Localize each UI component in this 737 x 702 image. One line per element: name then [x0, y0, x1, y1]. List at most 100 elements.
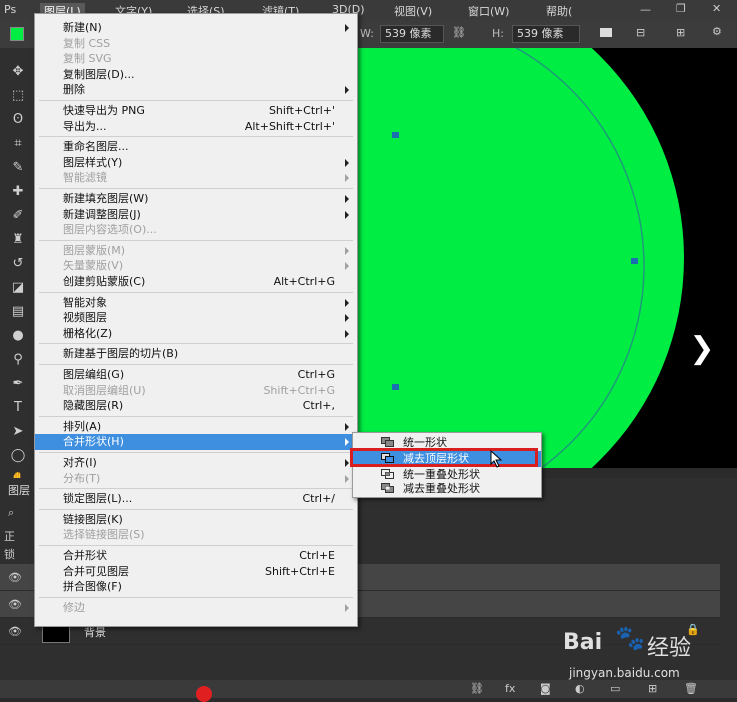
- tools-panel: ✥ ⬚ ʘ ⌗ ✎ ✚ ✐ ♜ ↺ ◪ ▤ ● ⚲ ✒ T ➤ ◯ ✋: [0, 48, 34, 488]
- submenu-arrow-icon: [345, 86, 349, 95]
- menu-item[interactable]: 合并可见图层: [63, 564, 129, 579]
- menu-item[interactable]: 拼合图像(F): [63, 579, 122, 594]
- next-arrow-icon[interactable]: ❯: [688, 330, 716, 368]
- height-field[interactable]: 539 像素: [512, 25, 580, 43]
- move-tool-icon[interactable]: ✥: [10, 64, 26, 80]
- menu-item: 图层蒙版(M): [63, 243, 126, 257]
- submenu-arrow-icon: [345, 210, 349, 219]
- menu-shortcut: Shift+Ctrl+G: [263, 383, 335, 397]
- width-field[interactable]: 539 像素: [380, 25, 444, 43]
- stamp-tool-icon[interactable]: ♜: [10, 232, 26, 248]
- record-indicator-icon: [196, 686, 212, 702]
- menu-shortcut: Ctrl+E: [299, 549, 335, 562]
- menu-shortcut: Ctrl+/: [302, 492, 336, 506]
- submenu-arrow-icon: [345, 438, 349, 447]
- dodge-tool-icon[interactable]: ⚲: [10, 352, 26, 368]
- visibility-eye-icon[interactable]: 👁: [8, 625, 22, 638]
- fx-icon[interactable]: fx: [505, 682, 515, 695]
- menu-item[interactable]: 复制图层(D)...: [63, 67, 135, 82]
- menu-item[interactable]: 合并形状(H): [63, 434, 124, 449]
- marquee-tool-icon[interactable]: ⬚: [10, 88, 26, 104]
- menu-item[interactable]: 新建调整图层(J): [63, 207, 141, 222]
- link-layers-icon[interactable]: ⛓: [470, 682, 484, 695]
- menu-item[interactable]: 锁定图层(L)...: [63, 491, 132, 506]
- submenu-item-exclude[interactable]: 减去重叠处形状: [403, 481, 480, 496]
- settings-gear-icon[interactable]: ⚙: [712, 25, 722, 38]
- menu-item[interactable]: 快速导出为 PNG: [63, 103, 145, 118]
- menu-item[interactable]: 图层样式(Y): [63, 155, 122, 170]
- menu-window[interactable]: 窗口(W): [468, 3, 509, 19]
- menu-item[interactable]: 智能对象: [63, 295, 107, 310]
- pen-tool-icon[interactable]: ✒: [10, 376, 26, 392]
- submenu-arrow-icon: [345, 603, 349, 612]
- menu-item[interactable]: 隐藏图层(R): [63, 398, 123, 413]
- menu-item[interactable]: 链接图层(K): [63, 512, 123, 527]
- blur-tool-icon[interactable]: ●: [10, 328, 26, 344]
- path-operations-icon[interactable]: [600, 28, 612, 37]
- mouse-cursor-icon: [490, 450, 503, 468]
- submenu-arrow-icon: [345, 262, 349, 271]
- path-arrangement-icon[interactable]: ⊞: [676, 26, 685, 39]
- menu-separator: [39, 545, 353, 546]
- lasso-tool-icon[interactable]: ʘ: [10, 112, 26, 128]
- submenu-arrow-icon: [345, 459, 349, 467]
- fill-swatch[interactable]: [10, 27, 24, 41]
- minimize-icon[interactable]: —: [640, 3, 651, 16]
- history-brush-icon[interactable]: ↺: [10, 256, 26, 272]
- menu-item[interactable]: 创建剪贴蒙版(C): [63, 274, 145, 289]
- visibility-eye-icon[interactable]: 👁: [8, 571, 22, 584]
- eraser-tool-icon[interactable]: ◪: [10, 280, 26, 296]
- menu-separator: [39, 291, 353, 293]
- menu-item[interactable]: 合并形状: [63, 548, 107, 563]
- mask-icon[interactable]: ◙: [540, 682, 551, 695]
- menu-help[interactable]: 帮助(: [546, 3, 572, 19]
- menu-item[interactable]: 对齐(I): [63, 455, 97, 470]
- healing-tool-icon[interactable]: ✚: [10, 184, 26, 200]
- menu-separator: [39, 415, 353, 417]
- layers-tab[interactable]: 图层: [8, 482, 30, 498]
- submenu-arrow-icon: [345, 24, 349, 32]
- crop-tool-icon[interactable]: ⌗: [10, 136, 26, 152]
- visibility-eye-icon[interactable]: 👁: [8, 598, 22, 611]
- menu-item[interactable]: 图层编组(G): [63, 367, 124, 382]
- submenu-arrow-icon: [345, 195, 349, 203]
- menu-item: 复制 CSS: [63, 36, 111, 50]
- baidu-watermark: Bai 🐾 经验 jingyan.baidu.com: [555, 610, 735, 690]
- menu-item[interactable]: 栅格化(Z): [63, 326, 112, 341]
- menu-item: 智能滤镜: [63, 171, 107, 185]
- gradient-tool-icon[interactable]: ▤: [10, 304, 26, 320]
- brush-tool-icon[interactable]: ✐: [10, 208, 26, 224]
- menu-separator: [39, 364, 353, 365]
- layer-menu-dropdown: 新建(N) 复制 CSS 复制 SVG 复制图层(D)... 删除快速导出为 PNG Sh…: [34, 13, 358, 627]
- close-icon[interactable]: ✕: [712, 2, 721, 15]
- filter-search-icon[interactable]: ⌕: [8, 506, 14, 520]
- menu-item[interactable]: 删除: [63, 82, 85, 97]
- submenu-item-intersect[interactable]: 统一重叠处形状: [403, 467, 480, 482]
- menu-shortcut: Ctrl+G: [297, 368, 335, 381]
- type-tool-icon[interactable]: T: [10, 400, 26, 416]
- menu-item[interactable]: 重命名图层...: [63, 139, 129, 154]
- menu-item[interactable]: 新建填充图层(W): [63, 191, 148, 206]
- menu-item[interactable]: 视频图层: [63, 310, 107, 325]
- menu-view[interactable]: 视图(V): [394, 3, 432, 19]
- anchor-point-bottom: [392, 384, 399, 390]
- menu-item[interactable]: 新建(N): [63, 20, 102, 35]
- ps-logo: Ps: [4, 3, 17, 16]
- blend-mode-label[interactable]: 正: [4, 528, 15, 544]
- menu-item: 复制 SVG: [63, 52, 112, 66]
- menu-item[interactable]: 排列(A): [63, 419, 101, 434]
- menu-item: 取消图层编组(U): [63, 383, 146, 397]
- anchor-point-right: [631, 258, 638, 264]
- path-select-icon[interactable]: ➤: [10, 424, 26, 440]
- ellipse-tool-icon[interactable]: ◯: [10, 448, 26, 464]
- link-dimensions-icon[interactable]: ⛓: [452, 26, 466, 39]
- menu-item[interactable]: 新建基于图层的切片(B): [63, 346, 178, 361]
- eyedropper-tool-icon[interactable]: ✎: [10, 160, 26, 176]
- menu-item[interactable]: 导出为...: [63, 119, 107, 134]
- submenu-arrow-icon: [345, 246, 349, 255]
- width-label: W:: [360, 27, 374, 40]
- submenu-arrow-icon: [345, 158, 349, 167]
- submenu-arrow-icon: [345, 298, 349, 307]
- restore-icon[interactable]: ❐: [676, 2, 686, 15]
- path-alignment-icon[interactable]: ⊟: [636, 26, 645, 39]
